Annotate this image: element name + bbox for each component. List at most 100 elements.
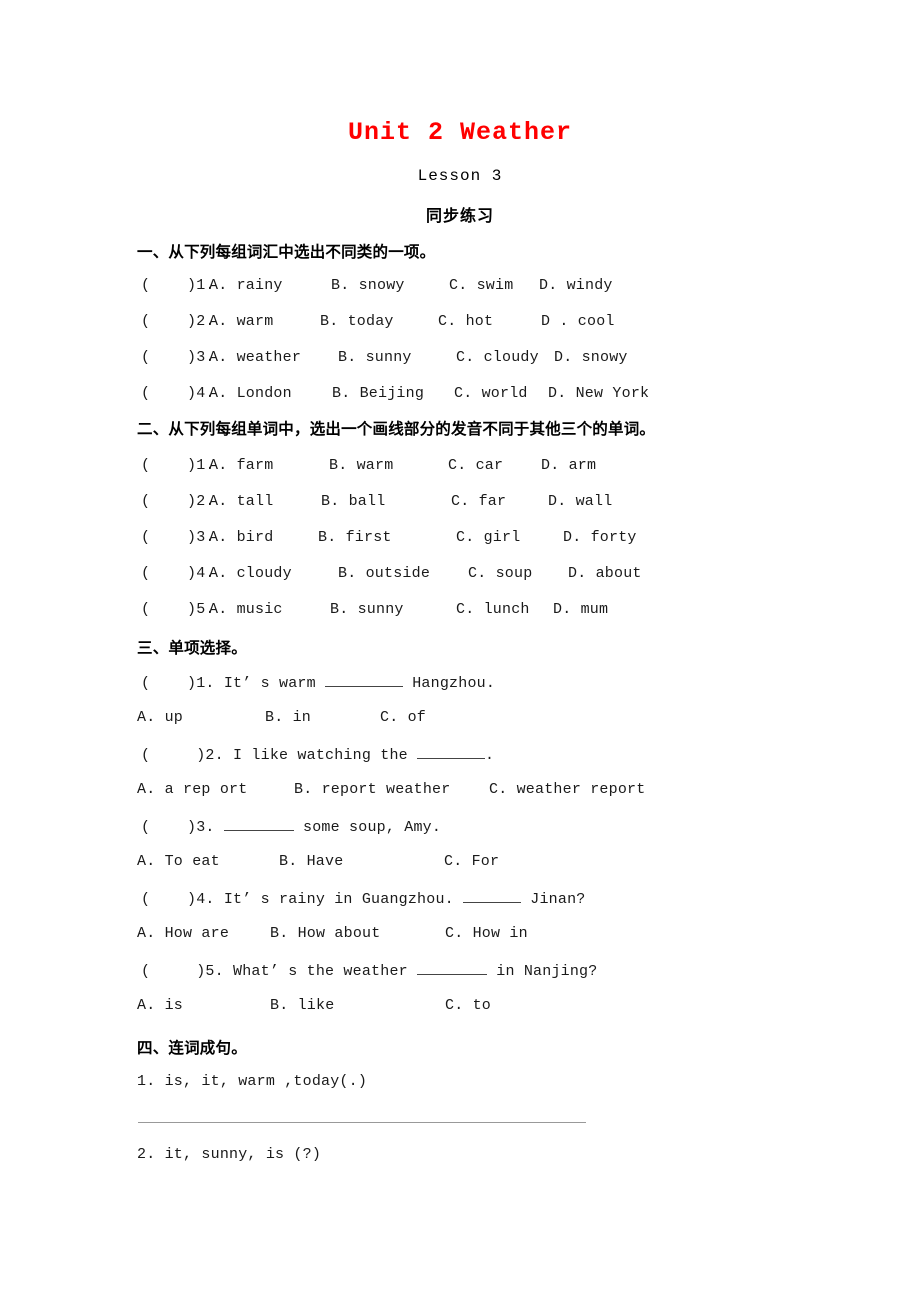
choice-b[interactable]: B. in: [265, 709, 380, 726]
choice-a[interactable]: A. a rep ort: [137, 781, 294, 798]
question-marker: ( )1.: [141, 277, 215, 294]
option-a[interactable]: A. weather: [209, 349, 338, 366]
option-b[interactable]: B. today: [320, 313, 438, 330]
choice-row: A. up B. in C. of: [137, 709, 426, 726]
worksheet-page: Unit 2 Weather Lesson 3 同步练习 一、从下列每组词汇中选…: [0, 0, 920, 1302]
section-heading-4: 四、连词成句。: [137, 1039, 247, 1057]
question-marker: ( )2.: [141, 313, 215, 330]
choice-row: A. a rep ort B. report weather C. weather …: [137, 781, 645, 798]
answer-blank[interactable]: [463, 889, 522, 903]
question-row: ( )5.A. music B. sunny C. lunch D. mum: [141, 601, 608, 618]
option-b[interactable]: B. outside: [338, 565, 468, 582]
option-c[interactable]: C. far: [451, 493, 548, 510]
question-row: ( )1. It’ s warm Hangzhou.: [141, 673, 495, 692]
choice-c[interactable]: C. of: [380, 709, 426, 726]
choice-c[interactable]: C. For: [444, 853, 499, 870]
option-c[interactable]: C. soup: [468, 565, 568, 582]
answer-blank[interactable]: [325, 673, 404, 687]
question-stem-pre: ( )1. It’ s warm: [141, 675, 326, 692]
question-stem-post: .: [485, 747, 495, 764]
option-b[interactable]: B. snowy: [331, 277, 449, 294]
option-b[interactable]: B. warm: [329, 457, 448, 474]
lesson-label: Lesson 3: [417, 167, 503, 185]
question-marker: ( )4.: [141, 385, 215, 402]
choice-b[interactable]: B. like: [270, 997, 445, 1014]
option-a[interactable]: A. warm: [209, 313, 320, 330]
option-c[interactable]: C. world: [454, 385, 548, 402]
choice-row: A. is B. like C. to: [137, 997, 491, 1014]
question-row: ( )3. some soup, Amy.: [141, 817, 441, 836]
option-a[interactable]: A. music: [209, 601, 330, 618]
question-marker: ( )4.: [141, 565, 215, 582]
option-a[interactable]: A. farm: [209, 457, 329, 474]
option-d[interactable]: D. wall: [548, 493, 612, 510]
question-stem-pre: ( )3.: [141, 819, 224, 836]
option-b[interactable]: B. sunny: [330, 601, 456, 618]
option-d[interactable]: D. mum: [553, 601, 608, 618]
option-b[interactable]: B. first: [318, 529, 456, 546]
option-d[interactable]: D. arm: [541, 457, 596, 474]
sentence-item: 2. it, sunny, is (?): [137, 1146, 322, 1163]
question-row: ( )1.A. rainy B. snowy C. swim D. windy: [141, 277, 613, 294]
question-marker: ( )5.: [141, 601, 215, 618]
option-a[interactable]: A. cloudy: [209, 565, 338, 582]
option-d[interactable]: D. snowy: [554, 349, 628, 366]
choice-a[interactable]: A. How are: [137, 925, 270, 942]
choice-b[interactable]: B. Have: [279, 853, 444, 870]
question-row: ( )3.A. weather B. sunny C. cloudy D. snowy: [141, 349, 628, 366]
choice-b[interactable]: B. report weather: [294, 781, 489, 798]
question-row: ( )5. What’ s the weather in Nanjing?: [141, 961, 597, 980]
option-d[interactable]: D. New York: [548, 385, 649, 402]
choice-row: A. To eat B. Have C. For: [137, 853, 499, 870]
question-row: ( )4.A. London B. Beijing C. world D. New Y…: [141, 385, 649, 402]
option-c[interactable]: C. car: [448, 457, 541, 474]
sentence-item: 1. is, it, warm ,today(.): [137, 1073, 368, 1090]
page-title: Unit 2 Weather: [347, 118, 573, 147]
choice-c[interactable]: C. How in: [445, 925, 528, 942]
option-c[interactable]: C. cloudy: [456, 349, 554, 366]
option-a[interactable]: A. London: [209, 385, 332, 402]
question-marker: ( )2.: [141, 493, 215, 510]
question-row: ( )2.A. tall B. ball C. far D. wall: [141, 493, 612, 510]
question-stem-post: some soup, Amy.: [293, 819, 442, 836]
answer-blank[interactable]: [417, 745, 486, 759]
choice-c[interactable]: C. to: [445, 997, 491, 1014]
option-b[interactable]: B. Beijing: [332, 385, 454, 402]
question-marker: ( )3.: [141, 349, 215, 366]
option-a[interactable]: A. bird: [209, 529, 318, 546]
question-stem-post: Hangzhou.: [403, 675, 496, 692]
question-stem-pre: ( )2. I like watching the: [141, 747, 418, 764]
question-row: ( )4. It’ s rainy in Guangzhou. Jinan?: [141, 889, 585, 908]
section-heading-1: 一、从下列每组词汇中选出不同类的一项。: [137, 243, 436, 261]
choice-c[interactable]: C. weather report: [489, 781, 645, 798]
option-b[interactable]: B. ball: [321, 493, 451, 510]
answer-blank[interactable]: [417, 961, 488, 975]
option-c[interactable]: C. swim: [449, 277, 539, 294]
option-c[interactable]: C. hot: [438, 313, 541, 330]
option-d[interactable]: D. windy: [539, 277, 613, 294]
choice-b[interactable]: B. How about: [270, 925, 445, 942]
question-row: ( )3.A. bird B. first C. girl D. forty: [141, 529, 637, 546]
choice-a[interactable]: A. To eat: [137, 853, 279, 870]
question-stem-pre: ( )4. It’ s rainy in Guangzhou.: [141, 891, 464, 908]
option-c[interactable]: C. lunch: [456, 601, 553, 618]
choice-a[interactable]: A. up: [137, 709, 265, 726]
question-marker: ( )1.: [141, 457, 215, 474]
option-d[interactable]: D. forty: [563, 529, 637, 546]
choice-a[interactable]: A. is: [137, 997, 270, 1014]
section-heading-3: 三、单项选择。: [137, 639, 247, 657]
option-d[interactable]: D. about: [568, 565, 642, 582]
option-a[interactable]: A. rainy: [209, 277, 331, 294]
option-d[interactable]: D . cool: [541, 313, 615, 330]
question-row: ( )2.A. warm B. today C. hot D . cool: [141, 313, 615, 330]
practice-label: 同步练习: [425, 206, 494, 225]
answer-blank[interactable]: [223, 817, 294, 831]
option-b[interactable]: B. sunny: [338, 349, 456, 366]
question-row: ( )1.A. farm B. warm C. car D. arm: [141, 457, 596, 474]
question-marker: ( )3.: [141, 529, 215, 546]
question-row: ( )2. I like watching the .: [141, 745, 494, 764]
option-c[interactable]: C. girl: [456, 529, 563, 546]
option-a[interactable]: A. tall: [209, 493, 321, 510]
answer-write-line[interactable]: [138, 1122, 586, 1123]
section-heading-2: 二、从下列每组单词中，选出一个画线部分的发音不同于其他三个的单词。: [137, 420, 656, 438]
